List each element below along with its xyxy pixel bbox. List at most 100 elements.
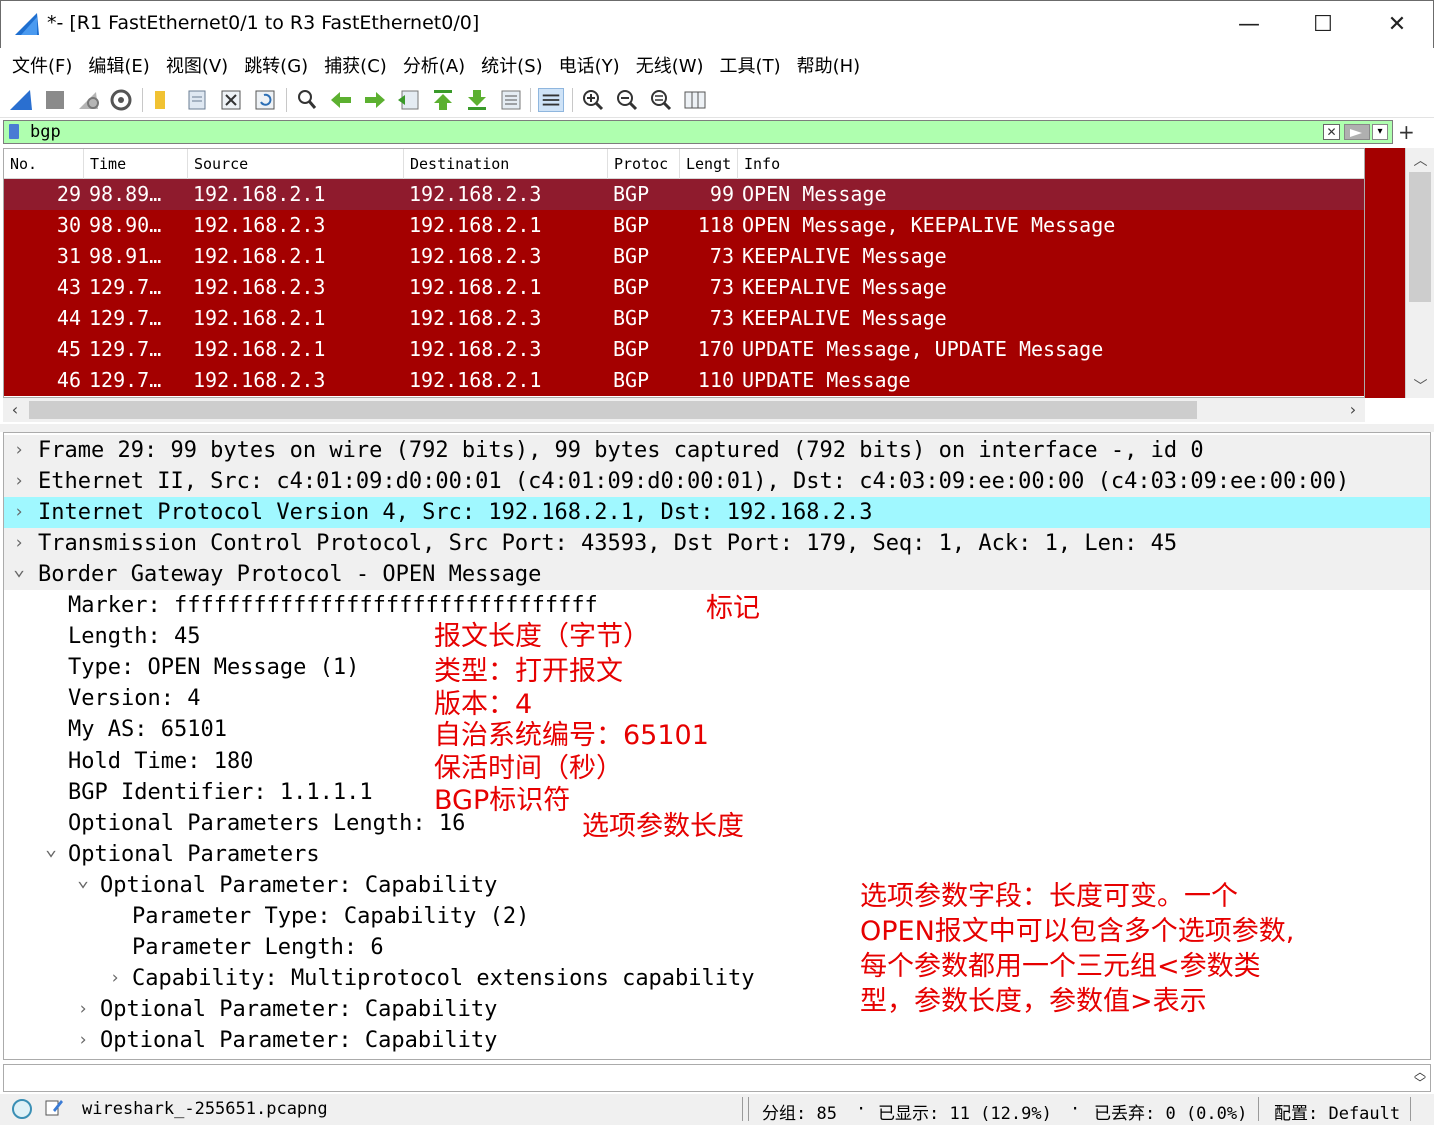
save-file-icon[interactable]	[184, 88, 210, 112]
resize-columns-icon[interactable]	[682, 88, 708, 112]
spinner-icon[interactable]: ︿ ﹀	[1414, 1066, 1426, 1089]
packet-row[interactable]: 29 98.89… 192.168.2.1 192.168.2.3 BGP 99 OPEN …	[4, 179, 1364, 210]
chevron-right-icon[interactable]: ›	[10, 497, 28, 528]
chevron-down-icon[interactable]: ⌄	[74, 864, 92, 895]
column-no[interactable]: No.	[4, 149, 84, 179]
detail-row[interactable]: › Internet Protocol Version 4, Src: 192.1…	[4, 497, 1430, 529]
detail-row[interactable]: › Transmission Control Protocol, Src Port…	[4, 528, 1430, 560]
reload-file-icon[interactable]	[252, 88, 278, 112]
detail-row[interactable]: Version: 4	[4, 683, 1430, 714]
scroll-left-icon[interactable]: ‹	[3, 398, 27, 422]
packet-row[interactable]: 46 129.7… 192.168.2.3 192.168.2.1 BGP 110 UPDA…	[4, 365, 1364, 396]
capture-options-icon[interactable]	[108, 88, 134, 112]
go-forward-icon[interactable]	[362, 88, 388, 112]
packet-row[interactable]: 43 129.7… 192.168.2.3 192.168.2.1 BGP 73 KEEPA…	[4, 272, 1364, 303]
capture-file-name: wireshark_-255651.pcapng	[82, 1099, 328, 1119]
menu-statistics[interactable]: 统计(S)	[473, 52, 550, 78]
detail-row[interactable]: › Frame 29: 99 bytes on wire (792 bits), …	[4, 435, 1430, 466]
detail-text: Hold Time: 180	[68, 748, 254, 774]
menu-tools[interactable]: 工具(T)	[712, 52, 789, 78]
zoom-out-icon[interactable]	[614, 88, 640, 112]
find-packet-icon[interactable]	[294, 88, 320, 112]
scroll-thumb[interactable]	[1409, 172, 1431, 302]
cell-info: UPDATE Message	[742, 368, 911, 392]
detail-text: Parameter Type: Capability (2)	[132, 903, 530, 929]
detail-row[interactable]: BGP Identifier: 1.1.1.1	[4, 777, 1430, 808]
chevron-right-icon[interactable]: ›	[74, 1025, 92, 1056]
stop-capture-icon[interactable]	[42, 88, 68, 112]
column-length[interactable]: Lengt	[680, 149, 738, 179]
menu-capture[interactable]: 捕获(C)	[316, 52, 395, 78]
menu-analyze[interactable]: 分析(A)	[395, 52, 473, 78]
open-file-icon[interactable]	[150, 88, 176, 112]
packet-list-vscrollbar[interactable]: ︿ ﹀	[1405, 148, 1434, 398]
scroll-right-icon[interactable]: ›	[1341, 398, 1365, 422]
minimize-button[interactable]: —	[1213, 1, 1285, 47]
detail-row[interactable]: Type: OPEN Message (1)	[4, 652, 1430, 683]
detail-row[interactable]: Length: 45	[4, 621, 1430, 652]
cell-no: 31	[56, 244, 81, 268]
colorize-icon[interactable]	[538, 88, 564, 112]
profile-label[interactable]: 配置: Default	[1274, 1099, 1400, 1124]
column-protocol[interactable]: Protoc	[608, 149, 680, 179]
wireshark-fin-icon	[15, 13, 39, 35]
detail-row[interactable]: Hold Time: 180	[4, 746, 1430, 777]
chevron-right-icon[interactable]: ›	[74, 994, 92, 1025]
scroll-down-icon[interactable]: ﹀	[1406, 376, 1434, 396]
detail-row[interactable]: ⌄ Optional Parameters	[4, 836, 1430, 870]
bookmark-icon[interactable]	[9, 124, 19, 139]
menu-wireless[interactable]: 无线(W)	[628, 52, 712, 78]
chevron-right-icon[interactable]: ›	[106, 963, 124, 994]
close-button[interactable]: ✕	[1361, 1, 1433, 47]
detail-row[interactable]: › Optional Parameter: Capability	[4, 1025, 1430, 1056]
packet-row[interactable]: 44 129.7… 192.168.2.1 192.168.2.3 BGP 73 KEEPA…	[4, 303, 1364, 334]
menu-file[interactable]: 文件(F)	[4, 52, 80, 78]
scroll-thumb[interactable]	[29, 401, 1197, 419]
menu-telephony[interactable]: 电话(Y)	[551, 52, 628, 78]
column-info[interactable]: Info	[738, 149, 1364, 179]
first-packet-icon[interactable]	[430, 88, 456, 112]
chevron-down-icon[interactable]: ⌄	[10, 553, 28, 584]
packet-row[interactable]: 30 98.90… 192.168.2.3 192.168.2.1 BGP 118 OPEN…	[4, 210, 1364, 241]
column-source[interactable]: Source	[188, 149, 404, 179]
packet-row[interactable]: 31 98.91… 192.168.2.1 192.168.2.3 BGP 73 KEEPA…	[4, 241, 1364, 272]
packet-bytes-pane[interactable]: ︿ ﹀	[3, 1064, 1431, 1092]
restart-capture-icon[interactable]	[76, 88, 102, 112]
last-packet-icon[interactable]	[464, 88, 490, 112]
pane-splitter[interactable]	[0, 424, 1434, 432]
detail-row[interactable]: My AS: 65101	[4, 714, 1430, 745]
packet-list-hscrollbar[interactable]: ‹ ›	[3, 398, 1365, 422]
menu-go[interactable]: 跳转(G)	[236, 52, 316, 78]
start-capture-icon[interactable]	[8, 88, 34, 112]
maximize-button[interactable]: ☐	[1287, 1, 1359, 47]
add-filter-button[interactable]: +	[1398, 120, 1415, 144]
auto-scroll-icon[interactable]	[498, 88, 524, 112]
expert-info-icon[interactable]	[12, 1099, 32, 1119]
apply-filter-icon[interactable]	[1344, 124, 1370, 140]
go-back-icon[interactable]	[328, 88, 354, 112]
column-time[interactable]: Time	[84, 149, 188, 179]
go-to-packet-icon[interactable]	[396, 88, 422, 112]
toolbar-separator	[142, 88, 143, 112]
packet-row[interactable]: 45 129.7… 192.168.2.1 192.168.2.3 BGP 170 UPDA…	[4, 334, 1364, 365]
capture-comment-icon[interactable]	[44, 1097, 64, 1117]
zoom-in-icon[interactable]	[580, 88, 606, 112]
menu-edit[interactable]: 编辑(E)	[80, 52, 157, 78]
scroll-up-icon[interactable]: ︿	[1406, 150, 1434, 170]
normal-size-icon[interactable]	[648, 88, 674, 112]
menu-help[interactable]: 帮助(H)	[789, 52, 869, 78]
cell-destination: 192.168.2.3	[409, 244, 542, 268]
chevron-down-icon[interactable]: ⌄	[42, 833, 60, 864]
chevron-right-icon[interactable]: ›	[10, 466, 28, 497]
chevron-right-icon[interactable]: ›	[10, 435, 28, 466]
display-filter-input[interactable]: bgp	[30, 122, 61, 142]
chevron-down-icon[interactable]: ▾	[1372, 124, 1388, 140]
menu-view[interactable]: 视图(V)	[158, 52, 236, 78]
detail-row[interactable]: › Optional Parameter: Capability	[4, 994, 1430, 1025]
cell-length: 73	[709, 275, 734, 299]
close-file-icon[interactable]	[218, 88, 244, 112]
cell-info: KEEPALIVE Message	[742, 275, 947, 299]
column-destination[interactable]: Destination	[404, 149, 608, 179]
detail-row[interactable]: › Ethernet II, Src: c4:01:09:d0:00:01 (c4…	[4, 466, 1430, 498]
clear-filter-icon[interactable]: ✕	[1323, 124, 1340, 140]
